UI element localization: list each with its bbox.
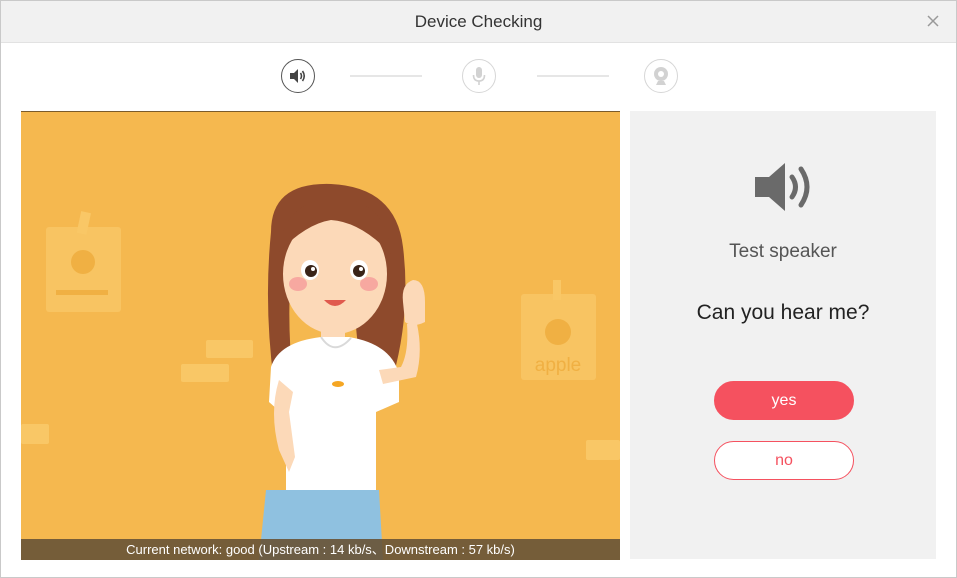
step-connector <box>350 75 422 77</box>
window-title: Device Checking <box>414 12 543 31</box>
speaker-test-stage: apple Current network: good (Upstream: … <box>21 111 620 560</box>
device-checking-window: Device Checking apple Current network: g… <box>0 0 957 578</box>
step-indicator <box>1 59 956 95</box>
speaker-test-panel: Test speaker Can you hear me? yes no <box>630 111 936 559</box>
hear-question: Can you hear me? <box>696 301 870 324</box>
yes-button[interactable]: yes <box>714 381 854 420</box>
speaker-icon <box>290 69 306 83</box>
network-status: Current network: good (Upstream : 14 kb/… <box>21 539 620 560</box>
test-speaker-label: Test speaker <box>729 241 837 262</box>
camera-icon <box>654 67 668 85</box>
step-speaker <box>281 59 315 93</box>
step-microphone <box>462 59 496 93</box>
waving-girl-illustration: apple <box>21 183 620 560</box>
speaker-icon <box>755 163 810 211</box>
step-camera <box>644 59 678 93</box>
no-button[interactable]: no <box>714 441 854 480</box>
poster-text: apple <box>535 355 582 376</box>
step-connector <box>537 75 609 77</box>
title-bar: Device Checking <box>1 1 956 43</box>
microphone-icon <box>472 67 486 85</box>
close-icon[interactable] <box>924 12 942 30</box>
